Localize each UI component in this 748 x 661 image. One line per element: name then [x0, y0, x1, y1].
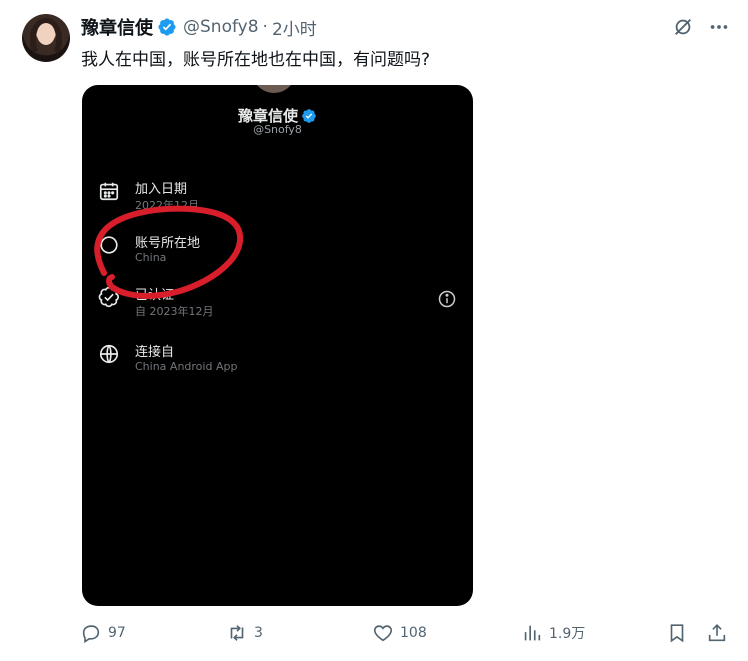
verified-check-icon	[98, 286, 120, 308]
tweet-media-image[interactable]: 豫章信使 @Snofy8 加入日期 2022年12月 账号所在地 China 已…	[82, 85, 473, 606]
media-row-title: 加入日期	[135, 182, 188, 197]
calendar-icon	[98, 180, 120, 202]
heart-icon	[373, 625, 393, 642]
display-name[interactable]: 豫章信使	[81, 14, 153, 40]
separator-dot: ·	[262, 17, 268, 37]
handle[interactable]: @Snofy8	[183, 17, 259, 37]
media-row-title: 已认证	[135, 288, 175, 303]
media-row-title: 账号所在地	[135, 236, 201, 251]
location-icon	[98, 234, 120, 256]
avatar-face	[37, 23, 55, 45]
media-row-sub: China Android App	[135, 360, 238, 373]
reply-icon	[82, 625, 100, 644]
reply-count: 97	[108, 625, 126, 641]
timestamp[interactable]: 2小时	[272, 15, 317, 40]
media-row-sub: 自 2023年12月	[135, 305, 214, 318]
media-row-sub: 2022年12月	[135, 199, 199, 212]
reply-button[interactable]: 97	[80, 622, 126, 644]
like-button[interactable]: 108	[372, 622, 427, 644]
views-count: 1.9万	[549, 626, 586, 642]
views-button[interactable]: 1.9万	[521, 622, 585, 644]
share-icon	[708, 624, 726, 642]
media-profile-handle: @Snofy8	[253, 123, 302, 136]
retweet-button[interactable]: 3	[226, 622, 263, 644]
avatar[interactable]	[22, 14, 70, 62]
verified-badge-icon[interactable]	[157, 17, 177, 37]
media-verified-badge-icon	[301, 108, 317, 124]
like-count: 108	[400, 625, 427, 641]
grok-icon[interactable]	[672, 16, 694, 38]
views-chart-icon	[524, 625, 541, 641]
globe-icon	[98, 343, 120, 365]
media-avatar-edge	[252, 85, 296, 93]
media-row-sub: China	[135, 251, 167, 264]
retweet-count: 3	[254, 625, 263, 641]
retweet-icon	[230, 625, 244, 641]
tweet-top-actions	[672, 16, 730, 38]
tweet-header: 豫章信使 @Snofy8 · 2小时	[81, 14, 317, 40]
bookmark-icon	[670, 624, 684, 643]
tweet-action-bar: 97 3 108 1.9万	[80, 622, 740, 650]
info-icon	[437, 289, 457, 309]
more-icon[interactable]	[708, 16, 730, 38]
tweet-text: 我人在中国，账号所在地也在中国，有问题吗?	[81, 50, 431, 70]
media-row-title: 连接自	[135, 345, 175, 360]
share-button[interactable]	[706, 622, 734, 644]
bookmark-button[interactable]	[666, 622, 694, 644]
